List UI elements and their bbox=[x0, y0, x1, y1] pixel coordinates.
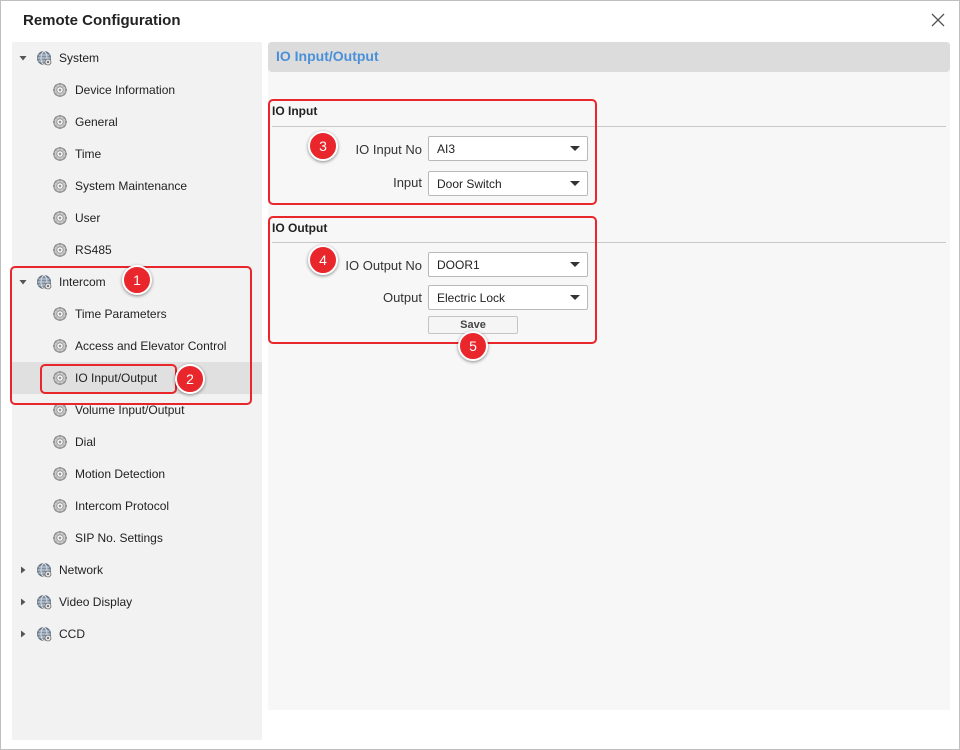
output-value: Electric Lock bbox=[437, 290, 506, 305]
io-input-no-select[interactable]: AI3 bbox=[428, 136, 588, 161]
tree-item-label: Intercom bbox=[59, 275, 106, 289]
tree-item-motion-detection[interactable]: Motion Detection bbox=[12, 458, 262, 490]
tree-item-dial[interactable]: Dial bbox=[12, 426, 262, 458]
io-output-section-title: IO Output bbox=[272, 221, 328, 235]
window-title: Remote Configuration bbox=[23, 12, 181, 29]
collapse-arrow-icon[interactable] bbox=[18, 597, 28, 607]
gear-icon bbox=[52, 530, 68, 546]
tree-item-general[interactable]: General bbox=[12, 106, 262, 138]
tree-item-label: RS485 bbox=[75, 243, 112, 257]
gear-icon bbox=[52, 338, 68, 354]
tree-item-label: Video Display bbox=[59, 595, 133, 609]
tree-item-user[interactable]: User bbox=[12, 202, 262, 234]
tree-item-network[interactable]: Network bbox=[12, 554, 262, 586]
gear-icon bbox=[52, 402, 68, 418]
tree-item-system[interactable]: System bbox=[12, 42, 262, 74]
gear-icon bbox=[52, 306, 68, 322]
gear-icon bbox=[52, 466, 68, 482]
expand-arrow-icon[interactable] bbox=[18, 53, 28, 63]
io-input-section-title: IO Input bbox=[272, 104, 318, 118]
tree-item-time[interactable]: Time bbox=[12, 138, 262, 170]
chevron-down-icon bbox=[570, 146, 580, 151]
tree-item-system-maintenance[interactable]: System Maintenance bbox=[12, 170, 262, 202]
annotation-badge-1: 1 bbox=[122, 265, 152, 295]
tree-item-label: Dial bbox=[75, 435, 96, 449]
io-input-no-label: IO Input No bbox=[355, 142, 422, 157]
gear-icon bbox=[52, 498, 68, 514]
remote-configuration-window: Remote Configuration System Device Inform… bbox=[0, 0, 960, 750]
annotation-badge-4: 4 bbox=[308, 245, 338, 275]
input-label: Input bbox=[393, 175, 422, 190]
tree-item-access-and-elevator-control[interactable]: Access and Elevator Control bbox=[12, 330, 262, 362]
gear-icon bbox=[52, 434, 68, 450]
tree-item-device-information[interactable]: Device Information bbox=[12, 74, 262, 106]
io-output-no-select[interactable]: DOOR1 bbox=[428, 252, 588, 277]
tree-item-label: Network bbox=[59, 563, 104, 577]
tree-item-label: Intercom Protocol bbox=[75, 499, 170, 513]
gear-icon bbox=[52, 114, 68, 130]
tree-item-sip-no-settings[interactable]: SIP No. Settings bbox=[12, 522, 262, 554]
output-label: Output bbox=[382, 290, 422, 305]
gear-icon bbox=[52, 178, 68, 194]
section-divider bbox=[272, 126, 946, 127]
io-input-no-value: AI3 bbox=[437, 141, 456, 156]
settings-globe-icon bbox=[36, 626, 52, 642]
section-divider bbox=[272, 242, 946, 243]
page-header: IO Input/Output bbox=[268, 42, 950, 72]
gear-icon bbox=[52, 146, 68, 162]
tree-item-label: Motion Detection bbox=[75, 467, 166, 481]
annotation-badge-2: 2 bbox=[175, 364, 205, 394]
tree-item-label: Volume Input/Output bbox=[75, 403, 185, 417]
tree-item-label: CCD bbox=[59, 627, 85, 641]
settings-globe-icon bbox=[36, 594, 52, 610]
tree-item-ccd[interactable]: CCD bbox=[12, 618, 262, 650]
chevron-down-icon bbox=[570, 181, 580, 186]
tree-item-video-display[interactable]: Video Display bbox=[12, 586, 262, 618]
tree-item-io-input-output[interactable]: IO Input/Output bbox=[12, 362, 262, 394]
tree-item-label: Access and Elevator Control bbox=[75, 339, 227, 353]
config-tree: System Device Information General Time Syste… bbox=[12, 42, 262, 740]
page-title: IO Input/Output bbox=[276, 48, 379, 64]
tree-item-intercom-protocol[interactable]: Intercom Protocol bbox=[12, 490, 262, 522]
gear-icon bbox=[52, 210, 68, 226]
tree-item-time-parameters[interactable]: Time Parameters bbox=[12, 298, 262, 330]
tree-item-label: Time Parameters bbox=[75, 307, 167, 321]
tree-item-label: System Maintenance bbox=[75, 179, 188, 193]
settings-globe-icon bbox=[36, 50, 52, 66]
tree-item-label: IO Input/Output bbox=[75, 371, 158, 385]
tree-item-label: System bbox=[59, 51, 100, 65]
gear-icon bbox=[52, 242, 68, 258]
input-select[interactable]: Door Switch bbox=[428, 171, 588, 196]
tree-item-label: User bbox=[75, 211, 101, 225]
input-value: Door Switch bbox=[437, 176, 502, 191]
tree-item-label: General bbox=[75, 115, 118, 129]
tree-item-rs485[interactable]: RS485 bbox=[12, 234, 262, 266]
collapse-arrow-icon[interactable] bbox=[18, 629, 28, 639]
io-output-no-value: DOOR1 bbox=[437, 257, 480, 272]
expand-arrow-icon[interactable] bbox=[18, 277, 28, 287]
output-select[interactable]: Electric Lock bbox=[428, 285, 588, 310]
settings-globe-icon bbox=[36, 274, 52, 290]
gear-icon bbox=[52, 370, 68, 386]
tree-item-volume-input-output[interactable]: Volume Input/Output bbox=[12, 394, 262, 426]
close-icon[interactable] bbox=[929, 11, 947, 29]
gear-icon bbox=[52, 82, 68, 98]
settings-globe-icon bbox=[36, 562, 52, 578]
tree-item-label: Time bbox=[75, 147, 102, 161]
collapse-arrow-icon[interactable] bbox=[18, 565, 28, 575]
annotation-badge-5: 5 bbox=[458, 331, 488, 361]
annotation-badge-3: 3 bbox=[308, 131, 338, 161]
main-panel: IO Input/Output IO Input IO Input No AI3… bbox=[268, 42, 950, 710]
tree-item-label: Device Information bbox=[75, 83, 176, 97]
title-bar: Remote Configuration bbox=[1, 1, 959, 41]
chevron-down-icon bbox=[570, 295, 580, 300]
tree-item-label: SIP No. Settings bbox=[75, 531, 163, 545]
io-output-no-label: IO Output No bbox=[345, 258, 422, 273]
chevron-down-icon bbox=[570, 262, 580, 267]
